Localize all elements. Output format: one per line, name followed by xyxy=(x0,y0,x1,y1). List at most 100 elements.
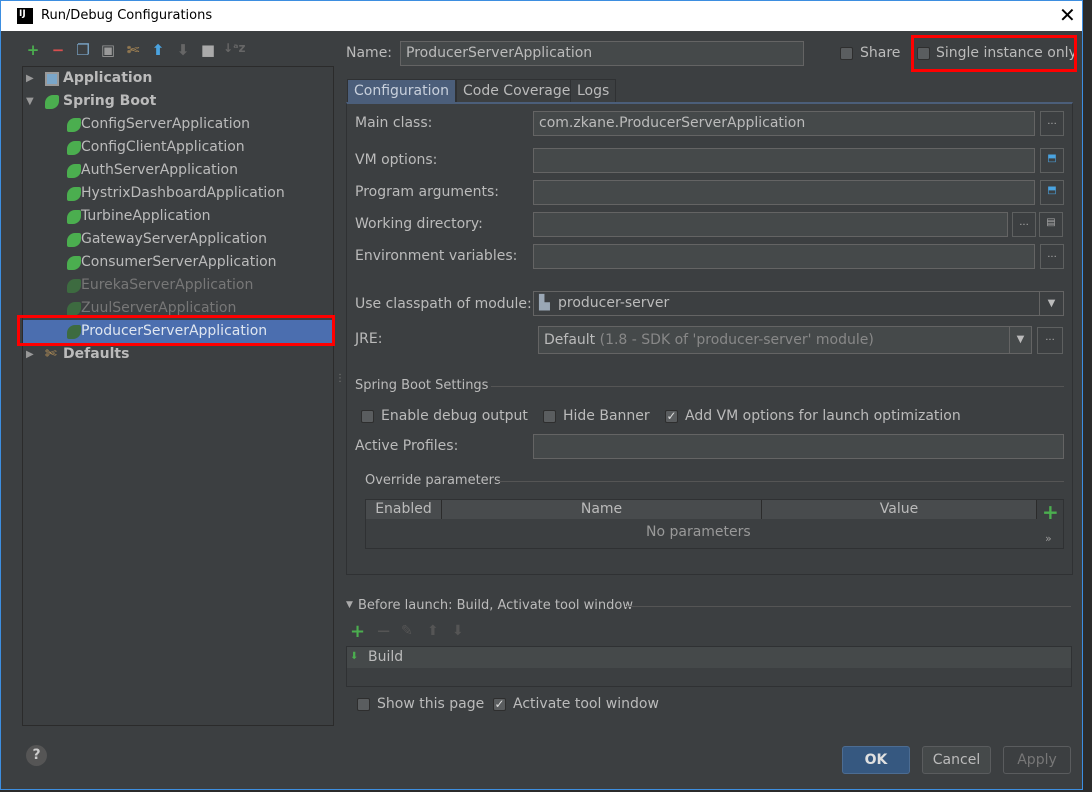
tree-item[interactable]: ConsumerServerApplication xyxy=(23,251,333,274)
add-parameter-icon[interactable]: + xyxy=(1042,500,1059,524)
active-profiles-label: Active Profiles: xyxy=(355,438,459,454)
folder-icon[interactable]: ■ xyxy=(198,41,218,59)
env-vars-input[interactable] xyxy=(533,244,1035,269)
tree-item-label: HystrixDashboardApplication xyxy=(81,185,285,201)
env-vars-label: Environment variables: xyxy=(355,248,518,264)
run-debug-dialog: IJ Run/Debug Configurations ✕ + − ❐ ▣ ✄ … xyxy=(0,0,1083,790)
tree-group-label: Application xyxy=(63,70,153,86)
copy-icon[interactable]: ❐ xyxy=(73,41,93,59)
collapse-arrow-icon[interactable]: ▼ xyxy=(346,600,353,610)
help-button[interactable]: ? xyxy=(26,745,47,766)
before-launch-heading[interactable]: Before launch: Build, Activate tool wind… xyxy=(358,598,633,613)
edit-defaults-icon[interactable]: ✄ xyxy=(123,41,143,59)
spring-boot-icon xyxy=(67,279,81,293)
expand-field-icon[interactable]: ⬒ xyxy=(1040,148,1064,173)
list-item-label: Build xyxy=(368,649,404,665)
cancel-button[interactable]: Cancel xyxy=(922,746,991,774)
tree-item-label: TurbineApplication xyxy=(81,208,211,224)
dropdown-arrow-icon[interactable]: ▼ xyxy=(1009,327,1031,353)
save-icon[interactable]: ▣ xyxy=(98,41,118,59)
add-vm-options-checkbox[interactable]: ✓ xyxy=(665,410,678,423)
browse-jre-button[interactable]: ... xyxy=(1037,327,1063,354)
program-arguments-input[interactable] xyxy=(533,180,1035,205)
expand-arrow-icon[interactable]: ▶ xyxy=(26,343,34,366)
tree-group-defaults[interactable]: ▶ ✄ Defaults xyxy=(23,343,333,366)
tree-item-label: ConfigServerApplication xyxy=(81,116,251,132)
tab-configuration[interactable]: Configuration xyxy=(347,79,456,103)
divider xyxy=(625,606,1071,607)
tree-item[interactable]: ConfigClientApplication xyxy=(23,136,333,159)
tree-item[interactable]: AuthServerApplication xyxy=(23,159,333,182)
share-checkbox[interactable] xyxy=(840,47,853,60)
tab-code-coverage[interactable]: Code Coverage xyxy=(456,79,578,103)
tree-group-application[interactable]: ▶ Application xyxy=(23,67,333,90)
intellij-logo: IJ xyxy=(17,8,33,24)
name-input[interactable]: ProducerServerApplication xyxy=(400,41,804,66)
vm-options-input[interactable] xyxy=(533,148,1035,173)
override-parameters-heading: Override parameters xyxy=(365,473,501,488)
tree-item-label: GatewayServerApplication xyxy=(81,231,267,247)
empty-table-text: No parameters xyxy=(646,524,751,540)
spring-boot-icon xyxy=(45,95,59,109)
add-icon[interactable]: + xyxy=(23,41,43,59)
expand-field-icon[interactable]: ⬒ xyxy=(1040,180,1064,205)
tree-group-label: Spring Boot xyxy=(63,93,157,109)
show-page-checkbox[interactable] xyxy=(357,698,370,711)
edit-task-icon[interactable]: ✎ xyxy=(401,623,413,639)
move-down-icon[interactable]: ⬇ xyxy=(173,41,193,59)
ok-button[interactable]: OK xyxy=(842,746,910,774)
move-down-icon[interactable]: ⬇ xyxy=(452,623,464,639)
name-label: Name: xyxy=(346,45,393,61)
apply-button[interactable]: Apply xyxy=(1003,746,1071,774)
tab-logs[interactable]: Logs xyxy=(570,79,617,103)
classpath-label: Use classpath of module: xyxy=(355,296,532,312)
column-header-enabled[interactable]: Enabled xyxy=(366,500,442,519)
column-header-name[interactable]: Name xyxy=(442,500,762,519)
browse-main-class-button[interactable]: ... xyxy=(1040,111,1064,136)
active-profiles-input[interactable] xyxy=(533,434,1064,459)
edit-env-vars-button[interactable]: ... xyxy=(1040,244,1064,269)
jre-value: Default xyxy=(544,332,596,348)
list-item[interactable]: ⬇ Build xyxy=(347,647,1071,668)
tree-item[interactable]: HystrixDashboardApplication xyxy=(23,182,333,205)
column-header-value[interactable]: Value xyxy=(762,500,1037,519)
spring-boot-icon xyxy=(67,302,81,316)
spring-boot-icon xyxy=(67,187,81,201)
working-directory-input[interactable] xyxy=(533,212,1008,237)
macro-icon[interactable]: ▤ xyxy=(1039,212,1063,237)
splitter-handle[interactable]: ⋮ xyxy=(335,374,345,384)
tree-item-label: EurekaServerApplication xyxy=(81,277,254,293)
remove-task-icon[interactable]: − xyxy=(376,621,391,642)
hide-banner-label: Hide Banner xyxy=(563,408,650,424)
tree-item[interactable]: EurekaServerApplication xyxy=(23,274,333,297)
add-task-icon[interactable]: + xyxy=(350,621,365,642)
highlight-box xyxy=(911,35,1077,72)
more-icon[interactable]: » xyxy=(1045,532,1052,545)
tree-item[interactable]: ConfigServerApplication xyxy=(23,113,333,136)
dropdown-arrow-icon[interactable]: ▼ xyxy=(1039,292,1063,315)
classpath-combo[interactable]: ▙ producer-server ▼ xyxy=(533,291,1064,316)
move-up-icon[interactable]: ⬆ xyxy=(427,623,439,639)
spring-boot-icon xyxy=(67,141,81,155)
tree-item[interactable]: TurbineApplication xyxy=(23,205,333,228)
browse-directory-button[interactable]: ... xyxy=(1012,212,1036,237)
jre-hint: (1.8 - SDK of 'producer-server' module) xyxy=(599,332,874,348)
activate-tool-window-checkbox[interactable]: ✓ xyxy=(493,698,506,711)
enable-debug-checkbox[interactable] xyxy=(361,410,374,423)
expand-arrow-icon[interactable]: ▶ xyxy=(26,67,34,90)
main-class-input[interactable]: com.zkane.ProducerServerApplication xyxy=(533,111,1035,136)
close-button[interactable]: ✕ xyxy=(1059,3,1076,27)
jre-label: JRE: xyxy=(355,331,383,347)
spring-boot-icon xyxy=(67,256,81,270)
hide-banner-checkbox[interactable] xyxy=(543,410,556,423)
tree-item[interactable]: GatewayServerApplication xyxy=(23,228,333,251)
jre-combo[interactable]: Default (1.8 - SDK of 'producer-server' … xyxy=(538,326,1032,354)
spring-boot-settings-heading: Spring Boot Settings xyxy=(355,378,489,393)
sort-icon[interactable]: ↓ᵃz xyxy=(223,41,246,55)
tree-item-label: ConsumerServerApplication xyxy=(81,254,277,270)
tree-group-spring-boot[interactable]: ▼ Spring Boot xyxy=(23,90,333,113)
remove-icon[interactable]: − xyxy=(48,41,68,59)
show-page-label: Show this page xyxy=(377,696,485,712)
move-up-icon[interactable]: ⬆ xyxy=(148,41,168,59)
collapse-arrow-icon[interactable]: ▼ xyxy=(26,90,34,113)
